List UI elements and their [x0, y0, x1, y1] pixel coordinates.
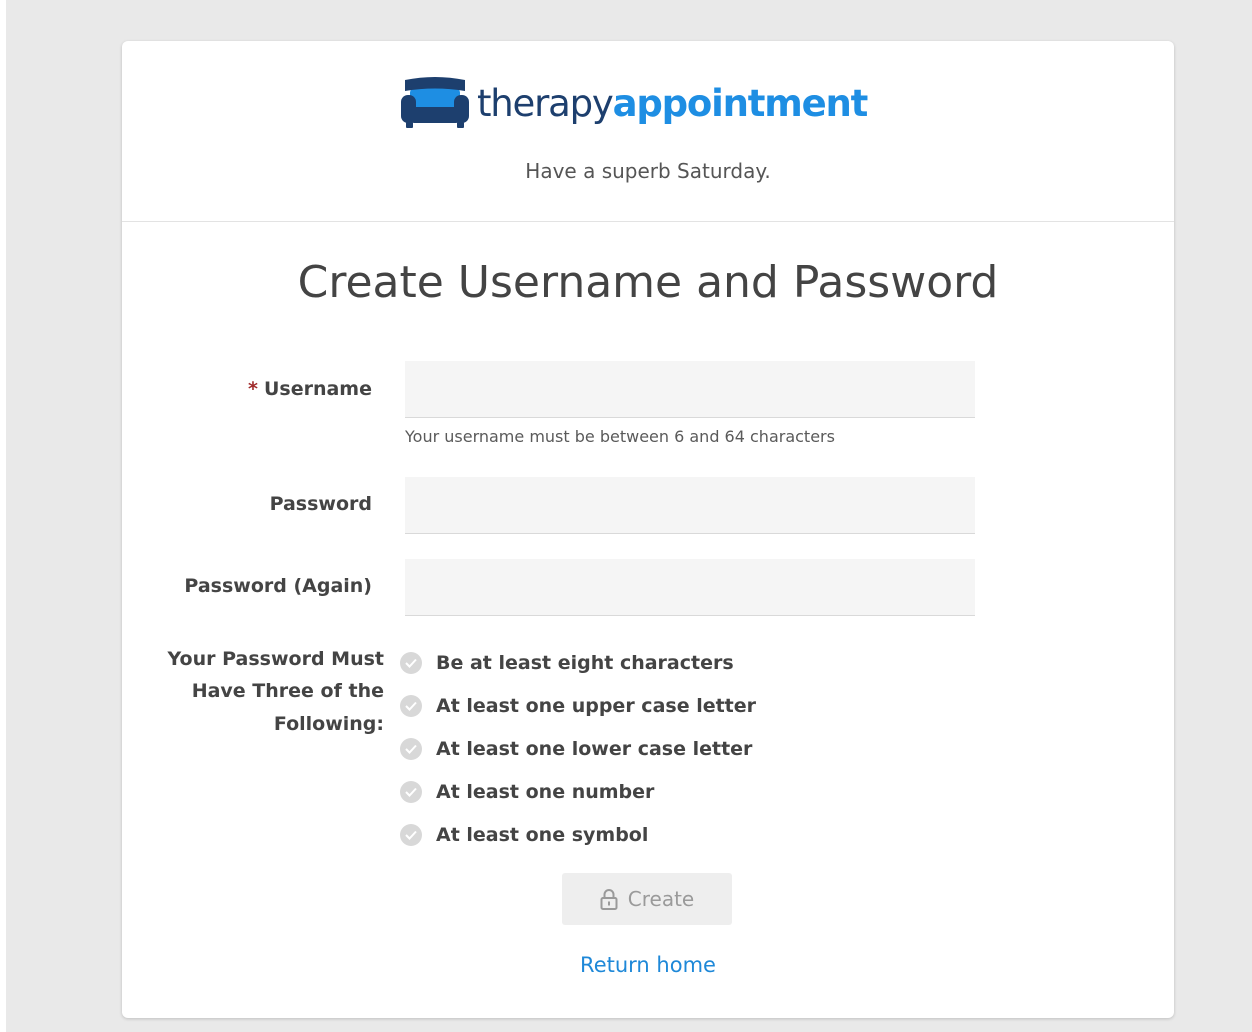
required-star: * — [248, 378, 258, 400]
check-circle-icon — [400, 651, 422, 674]
password-again-label: Password (Again) — [184, 575, 372, 597]
brand-logo: therapyappointment — [401, 73, 869, 133]
requirement-item: At least one upper case letter — [400, 684, 756, 727]
check-circle-icon — [400, 780, 422, 803]
create-button-label: Create — [627, 887, 695, 911]
username-label: * Username — [122, 378, 372, 400]
password-label: Password — [269, 493, 372, 515]
requirement-item: At least one symbol — [400, 813, 756, 856]
requirement-text: Be at least eight characters — [436, 651, 734, 674]
greeting-text: Have a superb Saturday. — [525, 159, 771, 183]
card-header: therapyappointment Have a superb Saturda… — [122, 41, 1174, 222]
username-input[interactable] — [405, 361, 975, 418]
requirements-label-line3: Following: — [273, 712, 384, 735]
login-card: therapyappointment Have a superb Saturda… — [122, 41, 1174, 1018]
requirement-text: At least one number — [436, 780, 655, 803]
check-circle-icon — [400, 823, 422, 846]
requirement-item: At least one number — [400, 770, 756, 813]
return-home-link[interactable]: Return home — [580, 953, 716, 977]
requirement-text: At least one symbol — [436, 823, 649, 846]
password-again-input[interactable] — [405, 559, 975, 616]
couch-icon — [401, 77, 469, 128]
requirement-text: At least one upper case letter — [436, 694, 757, 717]
requirement-item: Be at least eight characters — [400, 641, 756, 684]
requirements-label-line2: Have Three of the — [191, 680, 384, 703]
username-label-text: Username — [263, 378, 372, 400]
password-input[interactable] — [405, 477, 975, 534]
check-circle-icon — [400, 737, 422, 760]
brand-wordmark: therapyappointment — [477, 81, 869, 125]
create-button[interactable]: Create — [562, 873, 732, 925]
check-circle-icon — [400, 694, 422, 717]
page-edge-strip — [0, 0, 6, 1032]
lock-icon — [600, 888, 618, 910]
requirement-text: At least one lower case letter — [436, 737, 753, 760]
requirement-item: At least one lower case letter — [400, 727, 756, 770]
brand-name-part2: appointment — [612, 81, 869, 125]
brand-name-part1: therapy — [477, 81, 614, 125]
password-requirements-label: Your Password Must Have Three of the Fol… — [122, 643, 384, 740]
username-help-text: Your username must be between 6 and 64 c… — [405, 427, 835, 446]
return-home-container: Return home — [122, 953, 1174, 977]
page-title: Create Username and Password — [297, 257, 999, 308]
requirements-label-line1: Your Password Must — [167, 648, 384, 670]
password-requirements-list: Be at least eight characters At least on… — [400, 641, 756, 856]
